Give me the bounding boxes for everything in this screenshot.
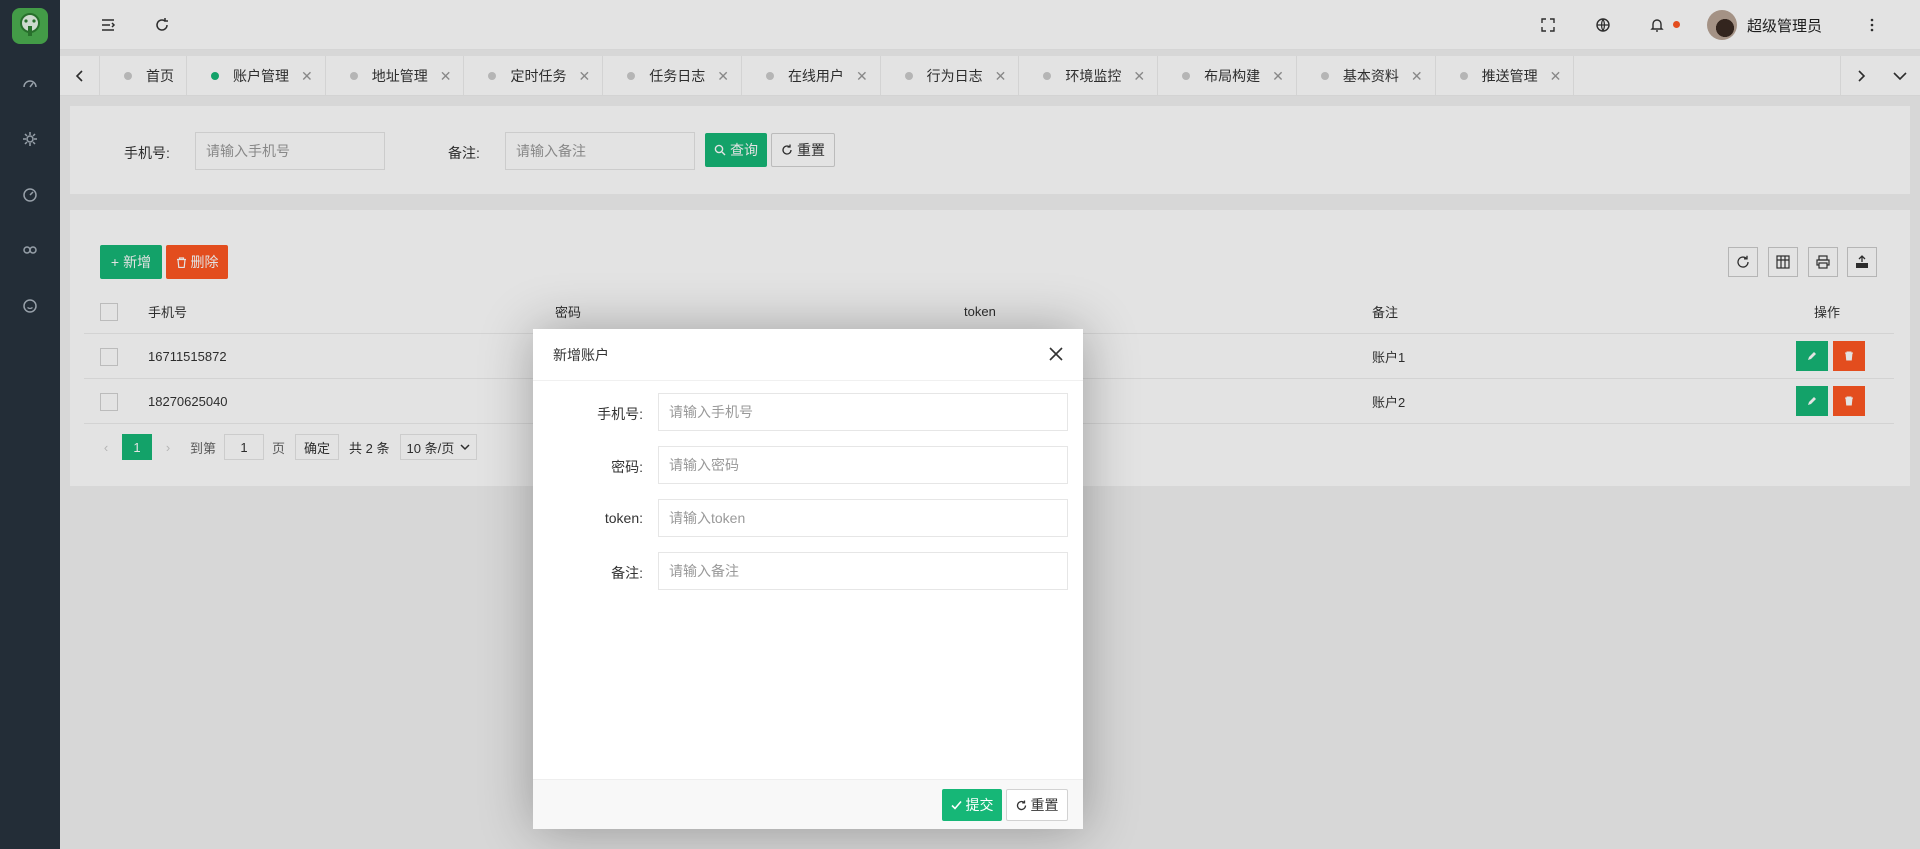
- token-field[interactable]: 请输入token: [658, 499, 1068, 537]
- remark-field[interactable]: 请输入备注: [658, 552, 1068, 590]
- password-field-placeholder: 请输入密码: [669, 457, 739, 473]
- password-field-label: 密码:: [611, 459, 643, 475]
- remark-field-placeholder: 请输入备注: [669, 563, 739, 579]
- phone-field[interactable]: 请输入手机号: [658, 393, 1068, 431]
- add-account-modal: 新增账户 手机号: 请输入手机号 密码: 请输入密码 token: 请输入tok…: [533, 329, 1083, 829]
- modal-reset-label: 重置: [1030, 797, 1059, 813]
- password-field[interactable]: 请输入密码: [658, 446, 1068, 484]
- close-icon[interactable]: [1045, 343, 1067, 365]
- refresh-icon: [1016, 800, 1026, 810]
- modal-reset-button[interactable]: 重置: [1006, 789, 1068, 821]
- modal-title: 新增账户: [533, 329, 1083, 381]
- remark-field-label: 备注:: [611, 565, 643, 581]
- submit-label: 提交: [965, 797, 994, 813]
- check-icon: [950, 800, 962, 810]
- token-field-placeholder: 请输入token: [669, 510, 746, 526]
- submit-button[interactable]: 提交: [942, 789, 1002, 821]
- phone-field-label: 手机号:: [597, 406, 643, 422]
- modal-footer: 提交 重置: [533, 779, 1083, 829]
- phone-field-placeholder: 请输入手机号: [669, 404, 753, 420]
- token-field-label: token:: [604, 510, 643, 526]
